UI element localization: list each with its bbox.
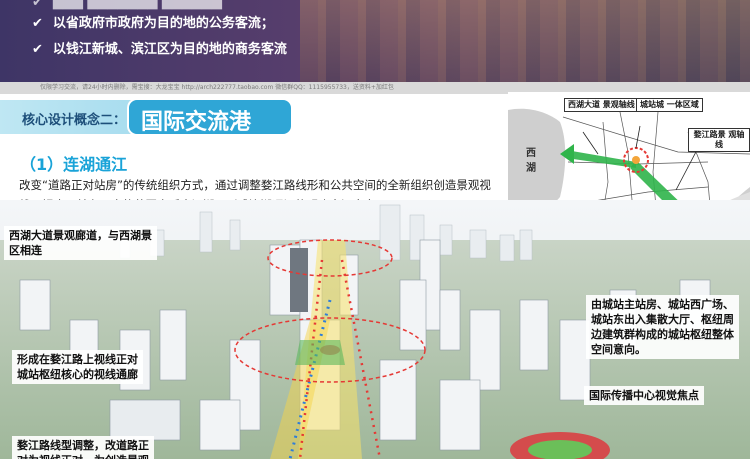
callout-visual-focus: 国际传播中心视觉焦点 <box>584 386 704 405</box>
page-title: 国际交流港 <box>141 110 252 135</box>
callout-road-adjustment: 婺江路线型调整，改道路正 对为视线正对，为创造景观 <box>12 436 154 459</box>
top-banner: ✔ ▇▇▇ ▇▇▇▇▇▇▇ ▇▇▇▇▇▇ ✔ 以省政府市政府为目的地的公务客流； ✔… <box>0 0 750 82</box>
banner-bullet-1: ✔ 以省政府市政府为目的地的公务客流； <box>32 16 274 31</box>
map-label-wujiang-axis: 婺江路景 观轴线 <box>688 128 750 152</box>
callout-sight-corridor: 形成在婺江路上视线正对 城站枢纽核心的视线通廊 <box>12 350 143 384</box>
check-icon: ✔ <box>32 42 43 57</box>
title-badge: 国际交流港 <box>127 98 293 136</box>
aerial-rendering: 西湖大道景观廊道，与西湖景 区相连 由城站主站房、城站西广场、 城站东出入集散大… <box>0 200 750 459</box>
check-icon: ✔ <box>32 16 43 31</box>
map-label-station-area: 城站城 一体区域 <box>636 98 703 112</box>
banner-photo <box>300 0 750 82</box>
banner-cropped-bullet: ✔ ▇▇▇ ▇▇▇▇▇▇▇ ▇▇▇▇▇▇ <box>32 0 222 10</box>
title-prefix: 核心设计概念二： <box>22 113 127 128</box>
banner-bullet-2: ✔ 以钱江新城、滨江区为目的地的商务客流 <box>32 42 287 57</box>
callout-hub-composition: 由城站主站房、城站西广场、 城站东出入集散大厅、枢纽周 边建筑群构成的城站枢纽整… <box>586 295 739 359</box>
map-label-xihu-axis: 西湖大道 景观轴线 <box>564 98 639 112</box>
map-water-xihu: 西 湖 <box>526 148 536 174</box>
section-subtitle: （1）连湖通江 <box>20 155 128 174</box>
callout-xihu-corridor: 西湖大道景观廊道，与西湖景 区相连 <box>4 226 157 260</box>
